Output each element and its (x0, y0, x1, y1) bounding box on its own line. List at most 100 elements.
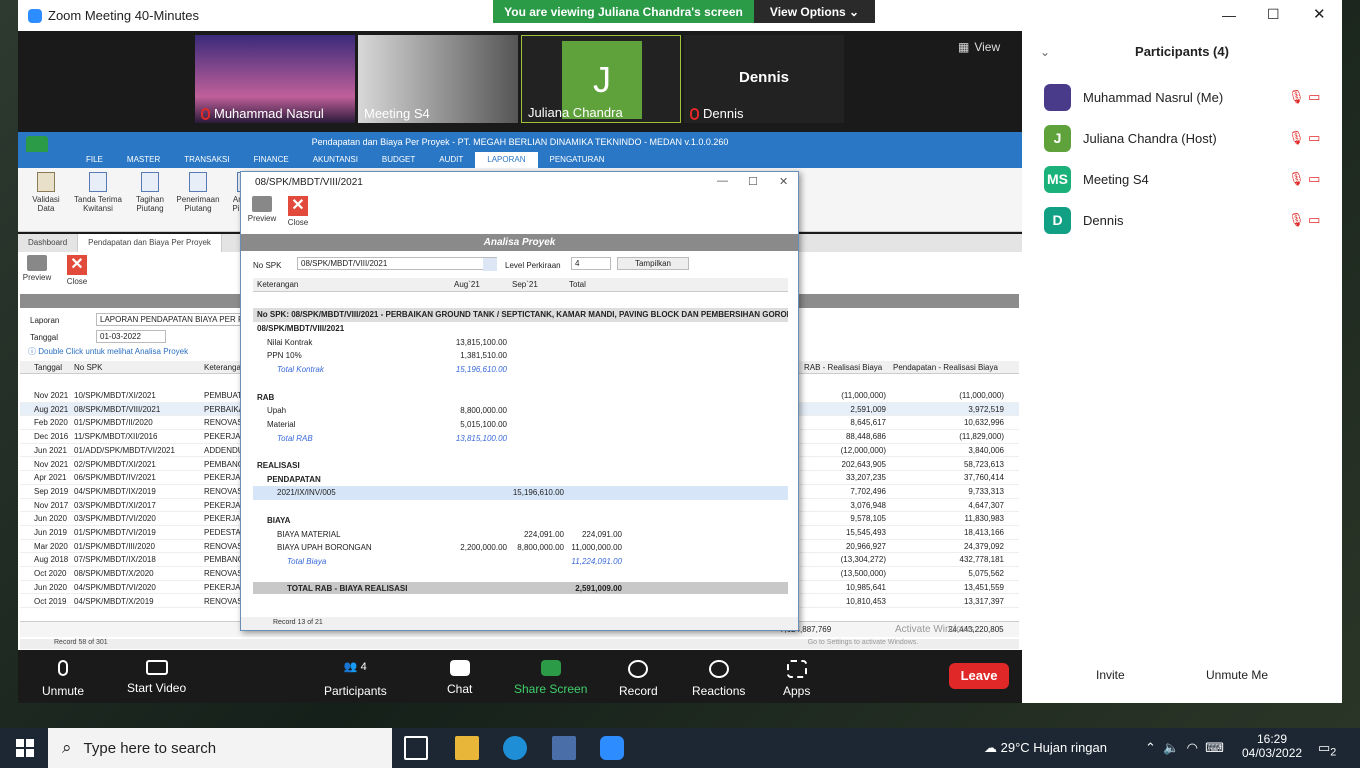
thumb-juliana[interactable]: J Juliana Chandra (521, 35, 681, 123)
maximize-icon[interactable]: ☐ (748, 175, 758, 188)
analisa-row[interactable]: Material 5,015,100.00 (253, 418, 788, 432)
col-keterangan[interactable]: Keterangan (257, 280, 298, 289)
reactions-button[interactable]: Reactions (692, 660, 745, 698)
col-aug21[interactable]: Aug`21 (454, 280, 480, 289)
weather-tray[interactable]: ☁ 29°C Hujan ringan (984, 740, 1107, 756)
thumb-dennis[interactable]: Dennis Dennis (684, 35, 844, 123)
table-cell: 88,448,686 (845, 432, 886, 442)
analisa-row[interactable]: PENDAPATAN (253, 473, 788, 487)
ribbon-penerimaan-piutang[interactable]: Penerimaan Piutang (174, 168, 222, 231)
analisa-row[interactable]: Total Biaya 11,224,091.00 (253, 555, 788, 569)
analisa-row[interactable]: Total Kontrak 15,196,610.00 (253, 363, 788, 377)
minimize-window-icon[interactable]: — (1222, 7, 1236, 23)
tab-dashboard[interactable]: Dashboard (18, 234, 79, 252)
tampilkan-label: Tampilkan (634, 259, 671, 268)
analisa-row[interactable]: 08/SPK/MBDT/VIII/2021 (253, 322, 788, 336)
share-screen-button[interactable]: Share Screen (514, 660, 587, 696)
analisa-row[interactable]: BIAYA UPAH BORONGAN 2,200,000.00 8,800,000… (253, 541, 788, 555)
laporan-field[interactable]: LAPORAN PENDAPATAN BIAYA PER PROYEK (96, 313, 246, 326)
tab-pendapatan[interactable]: Pendapatan dan Biaya Per Proyek (78, 234, 222, 252)
group-row[interactable]: No SPK: 08/SPK/MBDT/VIII/2021 - PERBAIKA… (253, 308, 788, 322)
close-button[interactable]: ✕ Close (62, 255, 92, 286)
analisa-label: Upah (267, 406, 287, 416)
close-window-icon[interactable]: ✕ (1313, 5, 1326, 23)
analisa-row[interactable]: TOTAL RAB - BIAYA REALISASI 2,591,009.00 (253, 582, 788, 594)
zoom-taskbar-icon[interactable] (600, 736, 624, 760)
level-spinner[interactable]: 4 (571, 257, 611, 270)
col-pendapatan-realisasi[interactable]: Pendapatan - Realisasi Biaya (893, 363, 998, 372)
menu-finance[interactable]: FINANCE (242, 152, 301, 168)
analisa-row[interactable]: BIAYA (253, 514, 788, 528)
menu-master[interactable]: MASTER (115, 152, 172, 168)
participant-row[interactable]: Muhammad Nasrul (Me) 🎙 ▭ (1044, 83, 1334, 111)
analisa-row[interactable] (253, 500, 788, 514)
taskbar-search[interactable]: ⌕ Type here to search (48, 728, 392, 768)
menu-file[interactable]: FILE (74, 152, 115, 168)
analisa-row[interactable]: Nilai Kontrak 13,815,100.00 (253, 336, 788, 350)
table-cell: 8,645,617 (850, 418, 886, 428)
menu-pengaturan[interactable]: PENGATURAN (538, 152, 617, 168)
table-cell: Oct 2019 (34, 596, 67, 606)
notification-icon[interactable]: ▭2 (1318, 740, 1336, 759)
invite-button[interactable]: Invite (1096, 668, 1125, 682)
analisa-row[interactable] (253, 445, 788, 459)
tanggal-field[interactable]: 01-03-2022 (96, 330, 166, 343)
tampilkan-button[interactable]: Tampilkan (617, 257, 689, 270)
participant-row[interactable]: MS Meeting S4 🎙 ▭ (1044, 165, 1334, 193)
windows-start-icon[interactable] (16, 739, 34, 757)
file-explorer-icon[interactable] (455, 736, 479, 760)
analisa-row[interactable] (253, 377, 788, 391)
thumb-muhammad[interactable]: Muhammad Nasrul (195, 35, 355, 123)
analisa-row[interactable]: PPN 10% 1,381,510.00 (253, 349, 788, 363)
search-icon[interactable] (483, 258, 497, 271)
chat-button[interactable]: Chat (447, 660, 472, 696)
participant-row[interactable]: D Dennis 🎙 ▭ (1044, 206, 1334, 234)
close-window-icon[interactable]: ✕ (779, 175, 788, 188)
view-options-button[interactable]: View Options ⌄ (754, 0, 875, 23)
popup-close-button[interactable]: ✕ Close (283, 196, 313, 227)
video-off-icon (145, 660, 168, 675)
ribbon-tanda-terima[interactable]: Tanda Terima Kwitansi (70, 168, 126, 231)
record-button[interactable]: Record (619, 660, 658, 698)
start-video-button[interactable]: Start Video (127, 660, 186, 695)
menu-akuntansi[interactable]: AKUNTANSI (301, 152, 370, 168)
edge-icon[interactable] (503, 736, 527, 760)
analisa-row[interactable]: Total RAB 13,815,100.00 (253, 432, 788, 446)
analisa-row[interactable]: 2021/IX/INV/005 15,196,610.00 (253, 486, 788, 501)
unmute-button[interactable]: Unmute (42, 660, 84, 698)
unmute-me-button[interactable]: Unmute Me (1206, 668, 1268, 682)
ribbon-validasi-data[interactable]: Validasi Data (22, 168, 70, 231)
leave-button[interactable]: Leave (949, 663, 1009, 689)
apps-button[interactable]: Apps (783, 660, 810, 698)
col-total[interactable]: Total (569, 280, 586, 289)
table-cell: 37,760,414 (963, 473, 1004, 483)
col-nospk[interactable]: No SPK (74, 363, 102, 372)
analisa-row[interactable]: REALISASI (253, 459, 788, 473)
ribbon-tagihan-piutang[interactable]: Tagihan Piutang (126, 168, 174, 231)
share-label: Share Screen (514, 682, 588, 696)
popup-preview-button[interactable]: Preview (247, 196, 277, 227)
col-tanggal[interactable]: Tanggal (34, 363, 62, 372)
participants-button[interactable]: 👥 4 Participants (324, 660, 387, 698)
col-rab-realisasi[interactable]: RAB - Realisasi Biaya (804, 363, 882, 372)
analisa-row[interactable]: Upah 8,800,000.00 (253, 404, 788, 418)
col-sep21[interactable]: Sep`21 (512, 280, 538, 289)
tray-icons[interactable]: ⌃ 🔈 ◠ ⌨ (1145, 740, 1224, 756)
task-view-icon[interactable] (404, 736, 428, 760)
menu-transaksi[interactable]: TRANSAKSI (172, 152, 241, 168)
minimize-icon[interactable]: — (717, 175, 728, 187)
preview-button[interactable]: Preview (22, 255, 52, 286)
menu-budget[interactable]: BUDGET (370, 152, 427, 168)
analisa-row[interactable]: RAB (253, 391, 788, 405)
analisa-row[interactable]: BIAYA MATERIAL 224,091.00 224,091.00 (253, 528, 788, 542)
maximize-window-icon[interactable]: ☐ (1267, 6, 1280, 23)
participant-row[interactable]: J Juliana Chandra (Host) 🎙 ▭ (1044, 124, 1334, 152)
menu-audit[interactable]: AUDIT (427, 152, 475, 168)
analisa-row[interactable] (253, 569, 788, 583)
app-icon[interactable] (552, 736, 576, 760)
clock[interactable]: 16:29 04/03/2022 (1242, 732, 1302, 760)
nospk-field[interactable]: 08/SPK/MBDT/VIII/2021 (297, 257, 497, 270)
thumb-meeting-s4[interactable]: Meeting S4 (358, 35, 518, 123)
view-button[interactable]: ▦ View (958, 40, 1000, 54)
menu-laporan[interactable]: LAPORAN (475, 152, 538, 168)
